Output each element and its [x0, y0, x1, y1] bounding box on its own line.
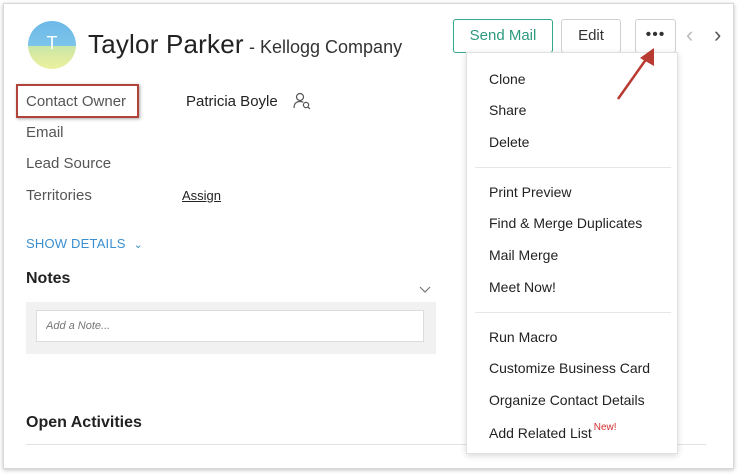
- menu-item-customize-business-card[interactable]: Customize Business Card: [489, 360, 650, 376]
- menu-separator: [475, 167, 671, 168]
- add-related-list-label: Add Related List: [489, 425, 592, 441]
- menu-item-meet-now[interactable]: Meet Now!: [489, 279, 556, 295]
- annotation-arrow-icon: [616, 48, 654, 100]
- notes-collapse-chevron-icon[interactable]: [419, 285, 431, 295]
- notes-section-title: Notes: [26, 270, 71, 287]
- menu-item-print-preview[interactable]: Print Preview: [489, 184, 571, 200]
- menu-separator: [475, 312, 671, 313]
- menu-item-run-macro[interactable]: Run Macro: [489, 329, 557, 345]
- new-badge: New!: [593, 422, 617, 433]
- company-name[interactable]: - Kellogg Company: [249, 37, 402, 58]
- more-options-menu: Clone Share Delete Print Preview Find & …: [466, 52, 678, 454]
- menu-item-delete[interactable]: Delete: [489, 134, 529, 150]
- chevron-down-icon: ⌄: [133, 239, 144, 251]
- notes-panel: [26, 302, 436, 354]
- show-details-toggle[interactable]: SHOW DETAILS ⌄: [26, 236, 143, 251]
- menu-item-share[interactable]: Share: [489, 102, 526, 118]
- menu-item-find-merge-duplicates[interactable]: Find & Merge Duplicates: [489, 215, 642, 231]
- show-details-label: SHOW DETAILS: [26, 236, 126, 251]
- contact-detail-window: T Taylor Parker - Kellogg Company Send M…: [3, 3, 734, 469]
- email-label: Email: [26, 124, 64, 141]
- contact-owner-value: Patricia Boyle: [186, 93, 278, 110]
- contact-name: Taylor Parker: [88, 29, 244, 59]
- previous-record-icon[interactable]: ‹: [686, 22, 693, 48]
- avatar-initial: T: [46, 33, 58, 53]
- contact-owner-label: Contact Owner: [26, 93, 127, 110]
- add-note-input[interactable]: [36, 310, 424, 342]
- contact-avatar[interactable]: T: [28, 21, 76, 69]
- send-mail-button[interactable]: Send Mail: [453, 19, 553, 53]
- open-activities-title: Open Activities: [26, 414, 142, 431]
- menu-item-mail-merge[interactable]: Mail Merge: [489, 247, 558, 263]
- territories-label: Territories: [26, 187, 92, 204]
- change-owner-icon[interactable]: [293, 92, 311, 110]
- menu-item-clone[interactable]: Clone: [489, 71, 526, 87]
- next-record-icon[interactable]: ›: [714, 22, 721, 48]
- menu-item-add-related-list[interactable]: Add Related List New!: [489, 422, 617, 441]
- lead-source-label: Lead Source: [26, 155, 112, 172]
- assign-territory-link[interactable]: Assign: [182, 188, 221, 203]
- menu-item-organize-contact-details[interactable]: Organize Contact Details: [489, 392, 645, 408]
